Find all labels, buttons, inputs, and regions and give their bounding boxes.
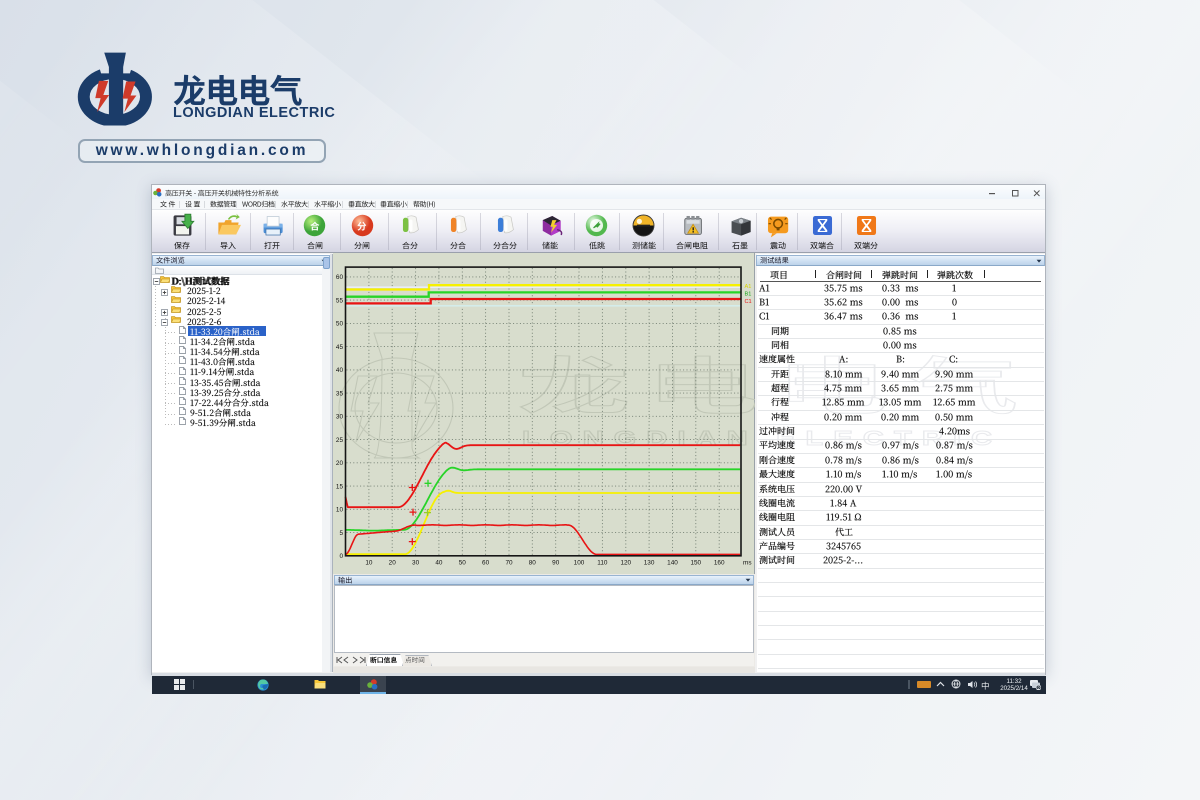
svg-text:35: 35 bbox=[336, 390, 344, 397]
svg-text:45: 45 bbox=[336, 344, 344, 351]
svg-text:20: 20 bbox=[336, 460, 344, 467]
svg-text:130: 130 bbox=[644, 559, 655, 566]
svg-text:55: 55 bbox=[336, 297, 344, 304]
svg-text:60: 60 bbox=[336, 274, 344, 281]
svg-text:120: 120 bbox=[620, 559, 631, 566]
svg-text:20: 20 bbox=[389, 559, 397, 566]
svg-text:80: 80 bbox=[529, 559, 537, 566]
svg-text:40: 40 bbox=[336, 367, 344, 374]
svg-text:50: 50 bbox=[336, 321, 344, 328]
svg-text:5: 5 bbox=[339, 530, 343, 537]
svg-text:30: 30 bbox=[336, 414, 344, 421]
svg-text:150: 150 bbox=[690, 559, 701, 566]
svg-text:C1: C1 bbox=[745, 299, 752, 305]
svg-text:15: 15 bbox=[336, 483, 344, 490]
svg-text:A1: A1 bbox=[745, 284, 752, 290]
svg-text:10: 10 bbox=[365, 559, 373, 566]
svg-text:160: 160 bbox=[714, 559, 725, 566]
svg-text:40: 40 bbox=[435, 559, 443, 566]
svg-text:100: 100 bbox=[574, 559, 585, 566]
svg-text:110: 110 bbox=[597, 559, 608, 566]
svg-text:0: 0 bbox=[339, 553, 343, 560]
svg-text:140: 140 bbox=[667, 559, 678, 566]
svg-text:60: 60 bbox=[482, 559, 490, 566]
svg-text:90: 90 bbox=[552, 559, 560, 566]
svg-text:10: 10 bbox=[336, 507, 344, 514]
svg-text:30: 30 bbox=[412, 559, 420, 566]
svg-text:ms: ms bbox=[743, 559, 752, 566]
svg-text:50: 50 bbox=[459, 559, 467, 566]
svg-text:B1: B1 bbox=[745, 292, 752, 298]
svg-text:70: 70 bbox=[505, 559, 513, 566]
svg-text:25: 25 bbox=[336, 437, 344, 444]
